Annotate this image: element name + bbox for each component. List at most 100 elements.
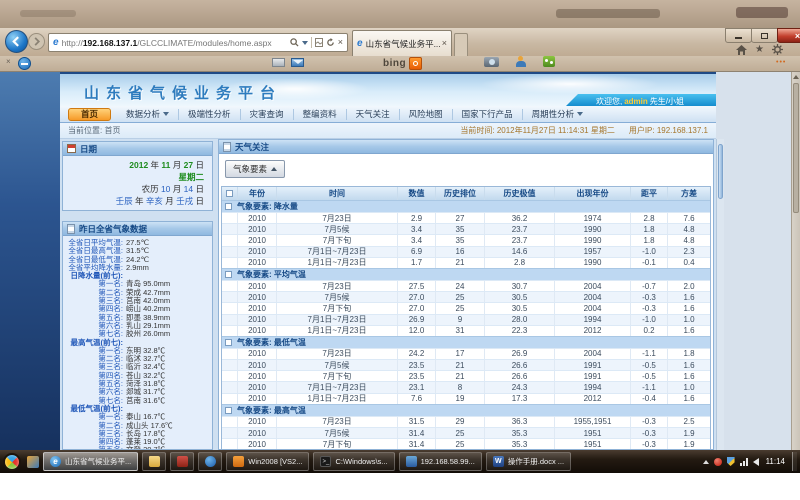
taskbar-button[interactable]: 192.168.58.99... — [399, 452, 482, 471]
element-filter-button[interactable]: 气象要素 — [225, 160, 285, 178]
nav-item-1[interactable]: 数据分析 — [117, 109, 179, 120]
nav-item-3[interactable]: 灾害查询 — [241, 109, 294, 120]
address-bar[interactable]: e http://192.168.137.1/GLCCLIMATE/module… — [48, 33, 348, 52]
table-group-row[interactable]: 气象要素: 最高气温 — [222, 404, 710, 416]
nav-item-label: 国家下行产品 — [462, 108, 513, 120]
table-group-row[interactable]: 气象要素: 降水量 — [222, 200, 710, 212]
home-icon[interactable] — [736, 45, 747, 55]
maximize-button[interactable] — [751, 28, 778, 43]
taskbar-button[interactable] — [170, 452, 194, 471]
content-scrollbar-thumb[interactable] — [718, 144, 723, 199]
browser-tab[interactable]: e 山东省气候业务平... × — [352, 30, 452, 56]
new-tab-button[interactable] — [454, 33, 468, 56]
show-desktop-button[interactable] — [792, 452, 797, 471]
browser-scrollbar-thumb[interactable] — [793, 83, 799, 213]
network-icon[interactable] — [740, 458, 748, 466]
nav-item-0[interactable]: 首页 — [68, 108, 111, 121]
taskbar-clock[interactable]: 11:14 — [766, 457, 785, 466]
table-row[interactable]: 20107月5候31.42535.31951-0.31.9 — [222, 427, 710, 438]
nav-item-7[interactable]: 国家下行产品 — [453, 109, 523, 120]
table-row[interactable]: 20107月下旬27.02530.52004-0.31.6 — [222, 302, 710, 313]
addon-circle-icon[interactable] — [18, 57, 31, 70]
site-logo: 山东省气候业务平台 — [84, 82, 282, 103]
table-row[interactable]: 20107月1日~7月23日26.9928.01994-1.01.0 — [222, 314, 710, 325]
table-cell: 1990 — [555, 258, 631, 268]
camera-icon[interactable] — [484, 57, 499, 67]
table-row[interactable]: 20107月5候3.43523.719901.84.8 — [222, 223, 710, 234]
share-icon[interactable] — [543, 56, 555, 67]
tab-close-icon[interactable]: × — [442, 39, 447, 48]
url-text[interactable]: http://192.168.137.1/GLCCLIMATE/modules/… — [62, 38, 290, 48]
start-button[interactable] — [3, 453, 21, 471]
taskbar-button[interactable]: e山东省气候业务平... — [43, 452, 138, 471]
table-cell: 35 — [436, 224, 485, 234]
table-cell: 1957 — [555, 247, 631, 257]
welcome-prefix: 欢迎您, — [596, 96, 622, 107]
minimize-button[interactable] — [725, 28, 752, 43]
card-icon[interactable] — [272, 58, 285, 67]
table-row[interactable]: 20107月23日27.52430.72004-0.72.0 — [222, 280, 710, 291]
nav-item-8[interactable]: 周期性分析 — [523, 109, 593, 120]
taskbar-button[interactable]: >_C:\Windows\s... — [313, 452, 394, 471]
forward-button[interactable] — [28, 33, 45, 50]
back-button[interactable] — [5, 30, 28, 53]
table-cell: 22.3 — [485, 326, 555, 336]
refresh-icon[interactable] — [326, 38, 335, 47]
table-row[interactable]: 20101月1日~7月23日1.7212.81990-0.10.4 — [222, 257, 710, 268]
taskbar-button[interactable] — [142, 452, 166, 471]
taskbar-button[interactable]: Win2008 [VS2... — [226, 452, 309, 471]
table-row[interactable]: 20101月1日~7月23日7.61917.32012-0.41.6 — [222, 393, 710, 404]
group-checkbox[interactable] — [225, 271, 232, 278]
table-row[interactable]: 20107月1日~7月23日23.1824.31994-1.11.0 — [222, 381, 710, 392]
table-row[interactable]: 20107月5候23.52126.61991-0.51.6 — [222, 359, 710, 370]
volume-icon[interactable] — [753, 458, 759, 466]
close-toolbar-icon[interactable]: × — [6, 58, 11, 66]
table-cell: 1990 — [555, 224, 631, 234]
taskbar-button[interactable]: W操作手册.docx ... — [486, 452, 571, 471]
tray-shield-icon[interactable] — [727, 457, 735, 466]
table-cell: 6.9 — [398, 247, 436, 257]
nav-item-2[interactable]: 极端性分析 — [179, 109, 241, 120]
table-row[interactable]: 20107月下旬3.43523.719901.84.8 — [222, 234, 710, 245]
content-scrollbar[interactable] — [716, 139, 724, 450]
table-row[interactable]: 20107月23日24.21726.92004-1.11.8 — [222, 348, 710, 359]
weather-panel-title: 昨日全省气象数据 — [79, 223, 147, 235]
header-checkbox[interactable] — [226, 190, 233, 197]
table-row[interactable]: 20107月1日~7月23日6.91614.61957-1.02.3 — [222, 246, 710, 257]
weather-table: 年份时间数值历史排位历史极值出现年份距平方差气象要素: 降水量20107月23日… — [221, 186, 711, 449]
stop-icon[interactable]: × — [338, 38, 343, 47]
table-row[interactable]: 20107月下旬23.52126.61991-0.51.6 — [222, 370, 710, 381]
taskbar-small-icon[interactable] — [27, 456, 39, 468]
group-checkbox[interactable] — [225, 339, 232, 346]
compatibility-view-icon[interactable] — [315, 38, 323, 47]
browser-scrollbar[interactable] — [791, 72, 800, 450]
nav-item-4[interactable]: 整编资料 — [294, 109, 347, 120]
search-icon[interactable] — [290, 38, 299, 47]
table-row[interactable]: 20107月23日31.52936.31955,1951-0.32.5 — [222, 416, 710, 427]
table-row[interactable]: 20107月23日2.92736.219742.87.6 — [222, 212, 710, 223]
taskbar-button-label: 山东省气候业务平... — [65, 456, 131, 467]
table-row[interactable]: 20101月1日~7月23日12.03122.320120.21.6 — [222, 325, 710, 336]
more-options-icon[interactable]: ••• — [776, 59, 786, 66]
table-row[interactable]: 20107月下旬31.42535.31951-0.31.9 — [222, 438, 710, 449]
scroll-up-arrow-icon[interactable] — [792, 72, 800, 82]
hidden-icons-arrow-icon[interactable] — [703, 460, 709, 464]
table-cell: -0.4 — [631, 394, 668, 404]
nav-item-6[interactable]: 风险地图 — [400, 109, 453, 120]
gear-icon[interactable] — [772, 44, 783, 55]
bing-search-icon[interactable] — [409, 57, 422, 70]
taskbar-button[interactable] — [198, 452, 222, 471]
caret-down-icon[interactable] — [302, 41, 308, 45]
table-row[interactable]: 20107月5候27.02530.52004-0.31.6 — [222, 291, 710, 302]
tray-red-icon[interactable] — [714, 458, 722, 466]
contact-icon[interactable] — [515, 56, 527, 67]
table-group-row[interactable]: 气象要素: 平均气温 — [222, 268, 710, 280]
table-group-row[interactable]: 气象要素: 最低气温 — [222, 336, 710, 348]
close-button[interactable]: × — [777, 28, 800, 43]
nav-item-5[interactable]: 天气关注 — [347, 109, 400, 120]
table-cell: -1.0 — [631, 247, 668, 257]
mail-icon[interactable] — [291, 58, 304, 67]
group-checkbox[interactable] — [225, 407, 232, 414]
group-checkbox[interactable] — [225, 203, 232, 210]
favorites-star-icon[interactable]: ★ — [755, 45, 764, 55]
